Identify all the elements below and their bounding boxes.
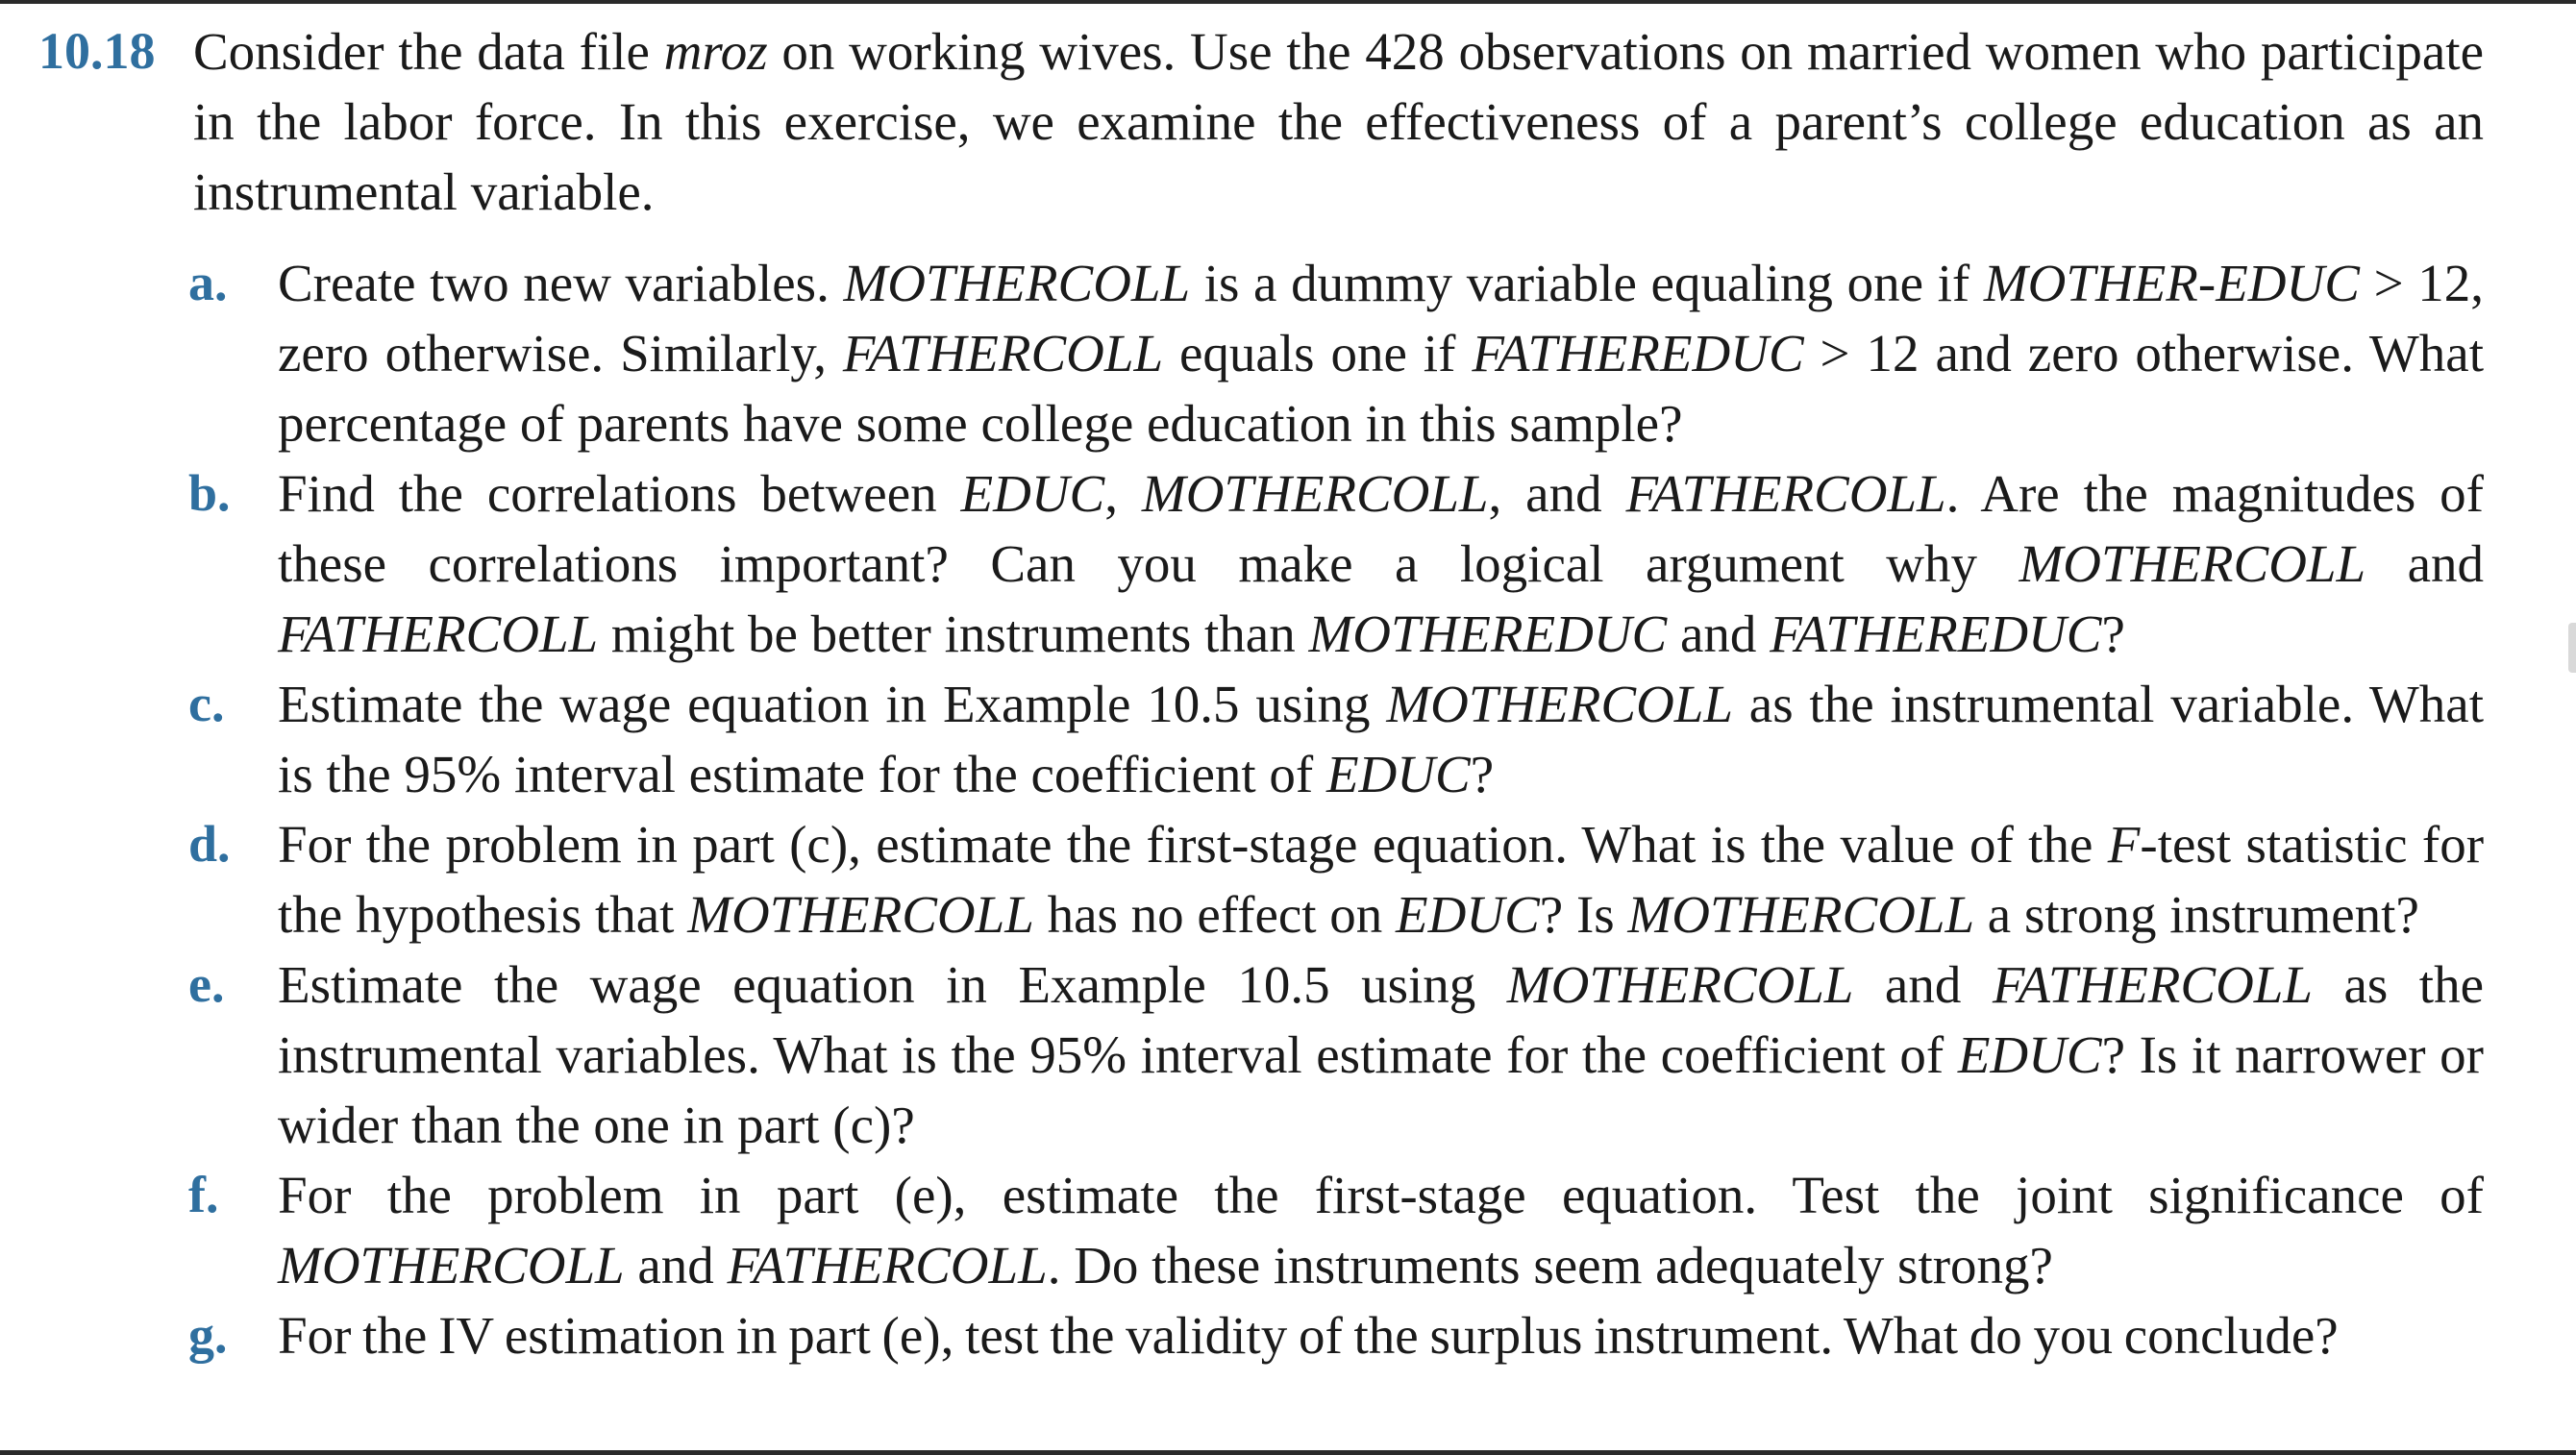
- part-letter: g.: [188, 1306, 228, 1364]
- part-b: b. Find the correlations between EDUC, M…: [0, 458, 2576, 669]
- exercise-parts: a. Create two new variables. MOTHERCOLL …: [0, 248, 2576, 1370]
- part-c: c. Estimate the wage equation in Example…: [0, 669, 2576, 809]
- part-text: Estimate the wage equation in Example 10…: [278, 955, 2484, 1154]
- part-a: a. Create two new variables. MOTHERCOLL …: [0, 248, 2576, 458]
- part-d: d. For the problem in part (c), estimate…: [0, 809, 2576, 949]
- part-text: Estimate the wage equation in Example 10…: [278, 675, 2484, 803]
- part-g: g. For the IV estimation in part (e), te…: [0, 1300, 2576, 1370]
- part-letter: d.: [188, 815, 231, 873]
- part-letter: e.: [188, 955, 225, 1013]
- part-text: For the problem in part (e), estimate th…: [278, 1166, 2484, 1295]
- part-text: Create two new variables. MOTHERCOLL is …: [278, 254, 2484, 453]
- bottom-rule: [0, 1450, 2576, 1455]
- part-letter: b.: [188, 464, 231, 522]
- part-f: f. For the problem in part (e), estimate…: [0, 1160, 2576, 1300]
- part-letter: c.: [188, 675, 225, 732]
- page-edge-tab: [2568, 623, 2576, 673]
- exercise-number: 10.18: [38, 22, 156, 80]
- part-letter: a.: [188, 254, 228, 311]
- part-letter: f.: [188, 1166, 219, 1223]
- part-e: e. Estimate the wage equation in Example…: [0, 949, 2576, 1160]
- part-text: Find the correlations between EDUC, MOTH…: [278, 464, 2484, 663]
- part-text: For the problem in part (c), estimate th…: [278, 815, 2485, 944]
- top-rule: [0, 0, 2576, 4]
- part-text: For the IV estimation in part (e), test …: [278, 1306, 2339, 1365]
- exercise-intro: Consider the data file mroz on working w…: [193, 22, 2484, 221]
